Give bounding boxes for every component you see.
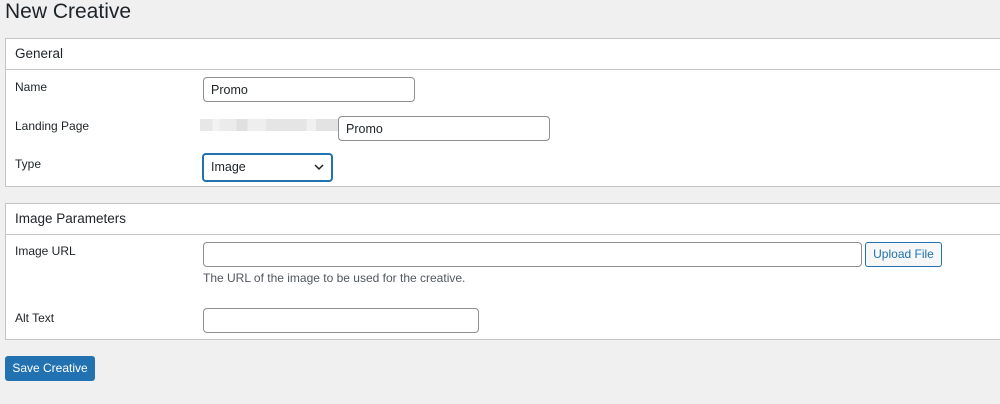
image-parameters-panel-header: Image Parameters: [6, 204, 1000, 235]
redacted-url-prefix: [200, 119, 340, 131]
page-title: New Creative: [5, 0, 132, 23]
alt-text-label: Alt Text: [15, 311, 55, 325]
general-panel-header: General: [6, 39, 1000, 70]
image-url-input[interactable]: [203, 242, 862, 267]
image-url-label: Image URL: [15, 244, 76, 258]
type-select-value: Image: [211, 160, 246, 174]
name-label: Name: [15, 80, 48, 94]
alt-text-input[interactable]: [203, 308, 479, 333]
name-input[interactable]: [203, 77, 415, 102]
page: New Creative General Name Landing Page T…: [0, 0, 1000, 404]
upload-file-button[interactable]: Upload File: [865, 242, 942, 267]
landing-page-label: Landing Page: [15, 119, 90, 133]
chevron-down-icon: [314, 164, 324, 171]
image-parameters-panel: Image Parameters Image URL Upload File T…: [5, 203, 1000, 340]
type-select[interactable]: Image: [203, 154, 332, 181]
general-panel: General Name Landing Page Type Image: [5, 38, 1000, 187]
landing-page-input[interactable]: [338, 116, 550, 141]
image-url-description: The URL of the image to be used for the …: [203, 271, 466, 285]
save-creative-button[interactable]: Save Creative: [5, 356, 95, 381]
type-label: Type: [15, 157, 42, 171]
